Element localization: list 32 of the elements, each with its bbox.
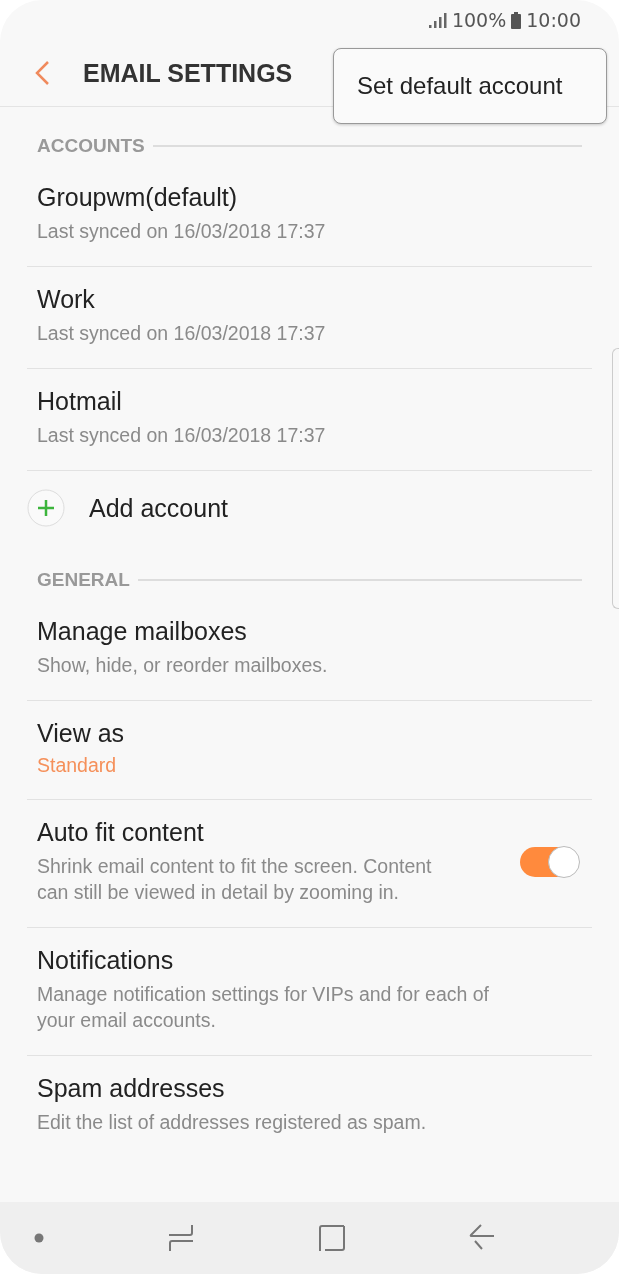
section-header: ACCOUNTS — [37, 135, 145, 157]
dot-icon[interactable] — [34, 1233, 44, 1243]
back-nav-icon[interactable] — [469, 1224, 495, 1252]
item-summary: Show, hide, or reorder mailboxes. — [37, 653, 329, 678]
item-title[interactable]: Hotmail — [37, 387, 582, 416]
back-icon[interactable] — [34, 60, 50, 86]
recent-apps-icon[interactable] — [168, 1224, 195, 1252]
add-icon — [27, 489, 65, 527]
item-title[interactable]: Notifications — [37, 946, 582, 975]
section-header: GENERAL — [37, 569, 130, 591]
clock: 10:00 — [526, 9, 581, 31]
battery-icon — [511, 11, 522, 29]
add-account-item[interactable]: Add account — [27, 471, 592, 541]
battery-level: 100% — [451, 9, 507, 31]
item-title[interactable]: Auto fit content — [37, 818, 520, 847]
item-summary: Edit the list of addresses registered as spam. — [37, 1110, 428, 1135]
item-summary: Shrink email content to fit the screen. Content can still be viewed in detail by zooming in. — [37, 854, 433, 905]
item-title[interactable]: View as — [37, 719, 582, 748]
item-value: Standard — [37, 754, 118, 777]
item-title[interactable]: Spam addresses — [37, 1074, 582, 1103]
item-summary: Last synced on 16/03/2018 17:37 — [37, 423, 327, 448]
toggle-switch[interactable] — [520, 846, 578, 877]
screen-title: EMAIL SETTINGS — [83, 58, 293, 88]
item-title[interactable]: Groupwm(default) — [37, 183, 582, 212]
item-summary: Manage notification settings for VIPs and for each of your email accounts. — [37, 982, 490, 1033]
home-icon[interactable] — [318, 1224, 345, 1252]
item-title[interactable]: Work — [37, 285, 582, 314]
item-summary: Last synced on 16/03/2018 17:37 — [37, 219, 327, 244]
menu-item[interactable]: Set default account — [334, 72, 563, 100]
item-title[interactable]: Manage mailboxes — [37, 617, 582, 646]
item-summary: Last synced on 16/03/2018 17:37 — [37, 321, 327, 346]
signal-icon — [428, 12, 447, 28]
